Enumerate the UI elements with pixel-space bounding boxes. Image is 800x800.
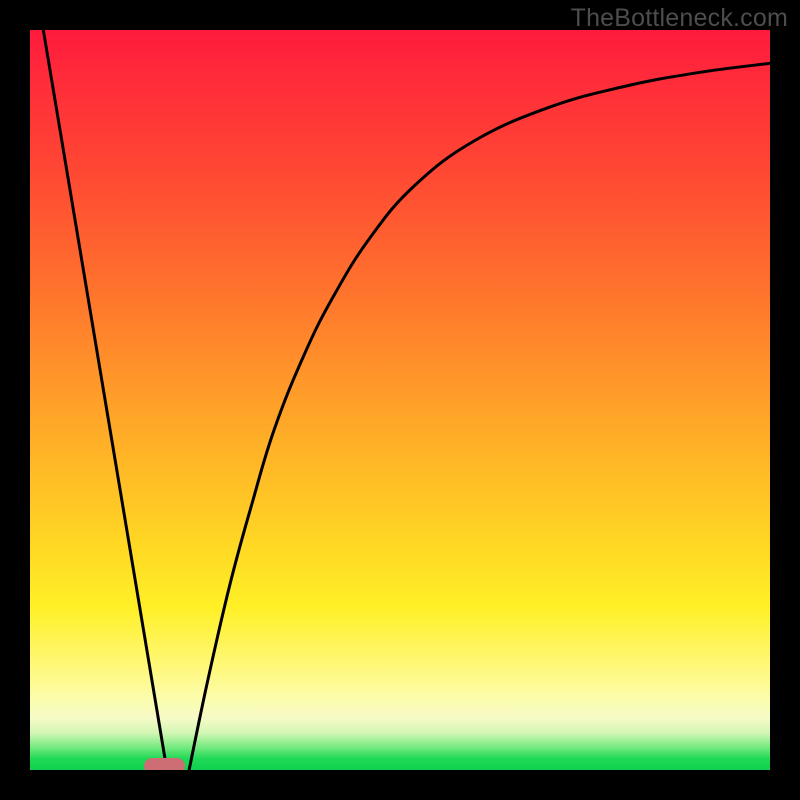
left-line xyxy=(43,30,167,770)
right-curve xyxy=(189,63,770,770)
bottleneck-marker xyxy=(144,758,185,770)
plot-area xyxy=(30,30,770,770)
chart-frame: TheBottleneck.com xyxy=(0,0,800,800)
curve-layer xyxy=(30,30,770,770)
watermark-text: TheBottleneck.com xyxy=(571,4,788,33)
